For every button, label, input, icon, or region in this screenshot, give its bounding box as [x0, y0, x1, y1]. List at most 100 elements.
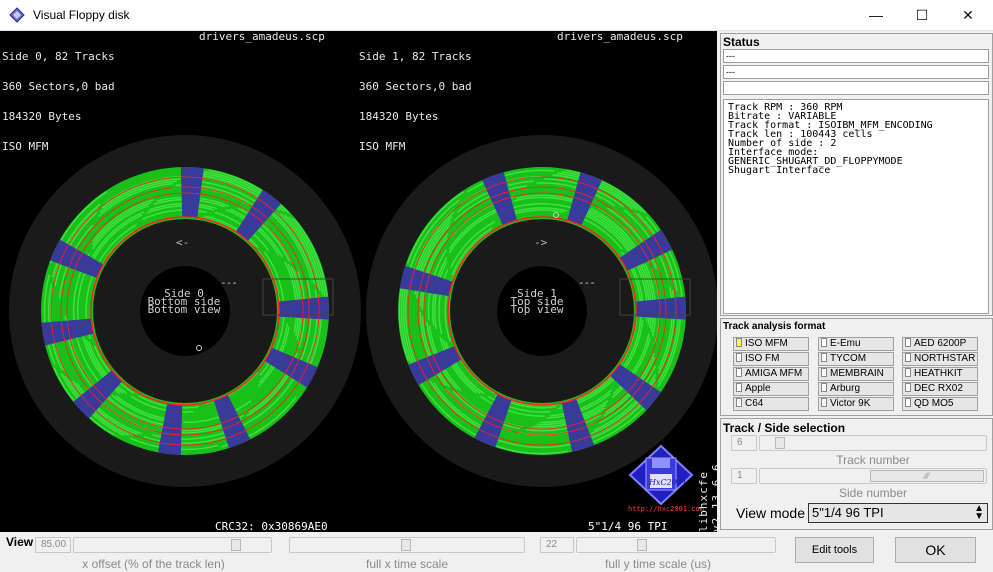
side0-filename: drivers_amadeus.scp [199, 31, 325, 43]
side-number-field[interactable]: 1 [731, 468, 757, 484]
side1-info-line: ISO MFM [359, 140, 406, 153]
minimize-button[interactable]: — [853, 0, 899, 30]
track-number-caption: Track number [836, 453, 910, 467]
x-time-slider-thumb[interactable] [401, 539, 411, 551]
y-time-scale-caption: full y time scale (us) [604, 557, 712, 571]
format-label: TYCOM [830, 353, 867, 364]
view-group: View 85.00 x offset (% of the track len)… [2, 533, 776, 571]
track-number-slider[interactable] [759, 435, 987, 451]
window-title: Visual Floppy disk [33, 8, 130, 22]
format-toggle[interactable]: TYCOM [818, 352, 894, 366]
format-label: Victor 9K [830, 398, 871, 409]
crc32-readout: CRC32: 0x30869AE0 [215, 520, 328, 532]
status-title: Status [723, 35, 760, 49]
close-button[interactable]: ✕ [945, 0, 991, 30]
format-toggle[interactable]: AED 6200P [902, 337, 978, 351]
side-slider-thumb[interactable]: ⁄⁄⁄ [870, 470, 984, 482]
side0-index-dash: --- [220, 276, 238, 289]
track-info-box: Track RPM : 360 RPM Bitrate : VARIABLE T… [723, 99, 989, 314]
checkbox-icon [905, 338, 911, 347]
checkbox-icon [905, 383, 911, 392]
x-time-scale-slider[interactable] [289, 537, 525, 553]
x-offset-slider[interactable] [73, 537, 272, 553]
format-toggle[interactable]: DEC RX02 [902, 382, 978, 396]
format-label: Arburg [830, 383, 861, 394]
track-analysis-title: Track analysis format [723, 321, 826, 332]
checkbox-icon [821, 353, 827, 362]
y-time-scale-field[interactable]: 22 [540, 537, 574, 553]
side0-info-line: ISO MFM [2, 140, 49, 153]
checkbox-checked-icon [736, 338, 742, 347]
side1-info-line: Side 1, 82 Tracks [359, 50, 472, 63]
format-toggle[interactable]: HEATHKIT [902, 367, 978, 381]
format-toggle[interactable]: MEMBRAIN [818, 367, 894, 381]
edit-tools-button[interactable]: Edit tools [795, 537, 874, 563]
format-toggle[interactable]: QD MO5 [902, 397, 978, 411]
status-line-2: --- [723, 65, 989, 79]
x-time-scale-caption: full x time scale [365, 557, 449, 571]
side0-center-label: Side 0 Bottom side Bottom view [129, 288, 239, 315]
format-label: NORTHSTAR [914, 353, 976, 364]
view-mode-value: 5"1/4 96 TPI [812, 505, 884, 520]
hxc2001-logo-icon: HxC2001 [628, 444, 694, 506]
x-offset-slider-thumb[interactable] [231, 539, 241, 551]
side-number-slider[interactable]: ⁄⁄⁄ [759, 468, 987, 484]
side1-info-line: 360 Sectors,0 bad [359, 80, 472, 93]
side0-info-line: 360 Sectors,0 bad [2, 80, 115, 93]
status-group: Status --- --- Track RPM : 360 RPM Bitra… [720, 33, 993, 316]
checkbox-icon [821, 383, 827, 392]
side0-info-line: 184320 Bytes [2, 110, 82, 123]
logo-text: HxC2001 [648, 478, 687, 487]
side1-center-label: Side 1 Top side Top view [482, 288, 592, 316]
format-toggle[interactable]: Victor 9K [818, 397, 894, 411]
side0-info-line: Side 0, 82 Tracks [2, 50, 115, 63]
format-toggle[interactable]: Arburg [818, 382, 894, 396]
side1-label-line: Top view [510, 303, 564, 316]
track-side-group: Track / Side selection 6 Track number 1 … [720, 418, 993, 530]
tpi-readout: 5"1/4 96 TPI [588, 520, 668, 532]
format-label: HEATHKIT [914, 368, 963, 379]
format-toggle[interactable]: NORTHSTAR [902, 352, 978, 366]
y-time-slider-thumb[interactable] [637, 539, 647, 551]
spin-arrows-icon[interactable]: ▲ ▼ [974, 504, 984, 522]
track-side-title: Track / Side selection [723, 421, 846, 435]
side1-filename: drivers_amadeus.scp [557, 31, 683, 43]
view-mode-select[interactable]: 5"1/4 96 TPI ▲ ▼ [808, 503, 988, 523]
ok-button[interactable]: OK [895, 537, 976, 563]
format-label: DEC RX02 [914, 383, 963, 394]
checkbox-icon [821, 398, 827, 407]
library-version: libhxcfe v2.13.6.6 [697, 463, 717, 532]
format-toggle[interactable]: E-Emu [818, 337, 894, 351]
format-label: MEMBRAIN [830, 368, 884, 379]
checkbox-icon [905, 368, 911, 377]
format-label: QD MO5 [914, 398, 954, 409]
track-slider-thumb[interactable] [775, 437, 785, 449]
checkbox-icon [821, 338, 827, 347]
format-toggle[interactable]: ISO FM [733, 352, 809, 366]
maximize-button[interactable]: ☐ [899, 0, 945, 30]
x-offset-field[interactable]: 85.00 [35, 537, 71, 553]
side1-info: Side 1, 82 Tracks 360 Sectors,0 bad 1843… [359, 32, 472, 172]
checkbox-icon [736, 398, 742, 407]
checkbox-icon [821, 368, 827, 377]
format-toggle[interactable]: AMIGA MFM [733, 367, 809, 381]
checkbox-icon [905, 353, 911, 362]
checkbox-icon [736, 353, 742, 362]
format-toggle[interactable]: C64 [733, 397, 809, 411]
y-time-scale-slider[interactable] [576, 537, 776, 553]
checkbox-icon [736, 368, 742, 377]
title-bar: Visual Floppy disk — ☐ ✕ [0, 0, 993, 31]
floppy-app-icon [9, 7, 25, 23]
format-toggle[interactable]: Apple [733, 382, 809, 396]
format-label: E-Emu [830, 338, 861, 349]
side-number-caption: Side number [838, 486, 908, 500]
checkbox-icon [905, 398, 911, 407]
x-offset-caption: x offset (% of the track len) [82, 557, 225, 571]
side1-index-dash: --- [578, 276, 596, 289]
track-number-field[interactable]: 6 [731, 435, 757, 451]
format-label: AMIGA MFM [745, 368, 803, 379]
format-label: ISO MFM [745, 338, 788, 349]
view-title: View [6, 535, 34, 549]
format-toggle[interactable]: ISO MFM [733, 337, 809, 351]
floppy-disk-view[interactable]: Side 0, 82 Tracks 360 Sectors,0 bad 1843… [0, 31, 717, 532]
